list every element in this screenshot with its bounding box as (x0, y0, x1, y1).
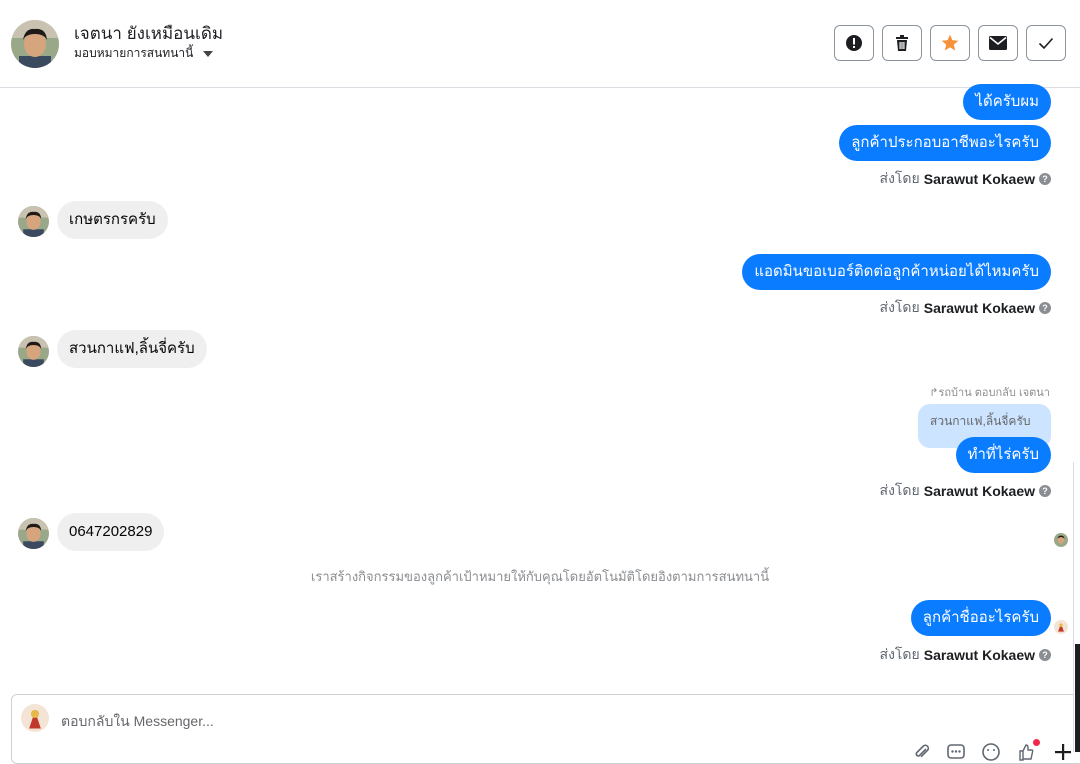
assign-conversation-dropdown[interactable]: มอบหมายการสนทนานี้ (74, 44, 214, 63)
sent-by-label: ส่งโดย Sarawut Kokaew ? (880, 297, 1051, 319)
add-icon[interactable] (1053, 742, 1073, 762)
trash-icon (896, 35, 908, 51)
system-note: เราสร้างกิจกรรมของลูกค้าเป้าหมายให้กับคุ… (310, 569, 770, 584)
agent-name: Sarawut Kokaew (923, 483, 1035, 499)
incoming-message[interactable]: สวนกาแฟ,ลิ้นจี่ครับ (57, 330, 207, 368)
outgoing-message[interactable]: แอดมินขอเบอร์ติดต่อลูกค้าหน่อยได้ไหมครับ (742, 254, 1051, 290)
outgoing-message[interactable]: ลูกค้าประกอบอาชีพอะไรครับ (839, 125, 1051, 161)
sent-by-label: ส่งโดย Sarawut Kokaew ? (880, 480, 1051, 502)
side-panel-dark-strip (1075, 644, 1080, 752)
mark-unread-button[interactable] (978, 25, 1018, 61)
thumbs-up-icon[interactable] (1016, 742, 1036, 762)
star-button[interactable] (930, 25, 970, 61)
help-icon[interactable]: ? (1039, 173, 1051, 185)
emoji-icon[interactable] (981, 742, 1001, 762)
caret-down-icon (203, 50, 214, 57)
agent-name: Sarawut Kokaew (923, 171, 1035, 187)
sent-by-prefix: ส่งโดย (879, 646, 920, 662)
star-icon (941, 34, 959, 51)
incoming-message[interactable]: เกษตรกรครับ (57, 201, 168, 239)
delete-button[interactable] (882, 25, 922, 61)
sent-by-prefix: ส่งโดย (879, 299, 920, 315)
outgoing-message[interactable]: ได้ครับผม (963, 84, 1051, 120)
help-icon[interactable]: ? (1039, 485, 1051, 497)
contact-avatar[interactable] (11, 20, 59, 68)
side-panel-edge (1073, 462, 1080, 752)
page-avatar-icon (21, 704, 49, 732)
page-avatar-icon (1054, 620, 1068, 634)
agent-name: Sarawut Kokaew (923, 300, 1035, 316)
sent-by-prefix: ส่งโดย (879, 482, 920, 498)
contact-avatar-small (18, 206, 49, 237)
reply-meta: ↱รถบ้าน ตอบกลับ เจตนา (929, 387, 1050, 399)
reply-input-placeholder[interactable]: ตอบกลับใน Messenger... (61, 711, 214, 733)
contact-avatar-small (18, 518, 49, 549)
read-receipt-avatar (1054, 533, 1068, 547)
assign-label: มอบหมายการสนทนานี้ (74, 46, 194, 60)
exclamation-icon (846, 35, 862, 51)
envelope-icon (989, 36, 1007, 50)
mark-spam-button[interactable] (834, 25, 874, 61)
mark-done-button[interactable] (1026, 25, 1066, 61)
saved-replies-icon[interactable] (946, 742, 966, 762)
contact-avatar-small (18, 336, 49, 367)
sent-by-label: ส่งโดย Sarawut Kokaew ? (880, 168, 1051, 190)
attachment-icon[interactable] (912, 742, 932, 762)
checkmark-icon (1038, 37, 1054, 50)
help-icon[interactable]: ? (1039, 649, 1051, 661)
sent-by-label: ส่งโดย Sarawut Kokaew ? (880, 644, 1051, 666)
contact-name: เจตนา ยังเหมือนเดิม (74, 24, 224, 43)
sent-by-prefix: ส่งโดย (879, 170, 920, 186)
conversation-header: เจตนา ยังเหมือนเดิม มอบหมายการสนทนานี้ (0, 0, 1080, 88)
agent-name: Sarawut Kokaew (923, 647, 1035, 663)
outgoing-message[interactable]: ลูกค้าชื่ออะไรครับ (910, 600, 1051, 636)
help-icon[interactable]: ? (1039, 302, 1051, 314)
incoming-message[interactable]: 0647202829 (57, 513, 165, 551)
notification-dot (1033, 739, 1040, 746)
outgoing-message[interactable]: ทำที่ไร่ครับ (955, 437, 1051, 473)
